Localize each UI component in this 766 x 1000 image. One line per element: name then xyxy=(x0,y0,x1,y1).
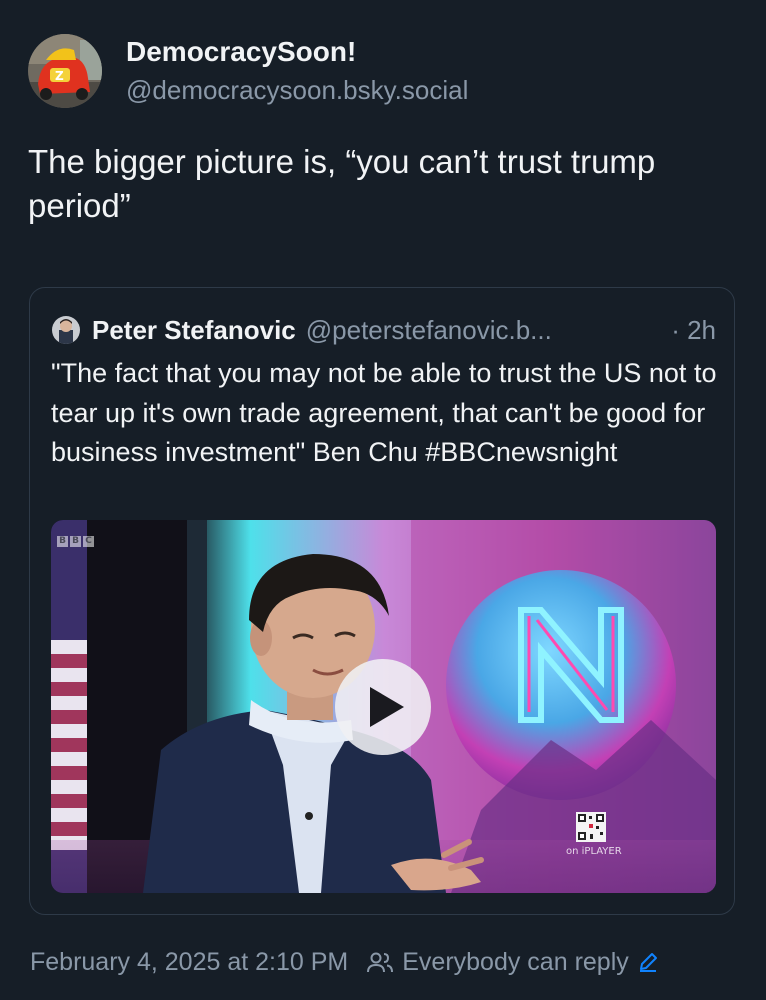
play-icon xyxy=(370,687,404,727)
quoted-post-time: · 2h xyxy=(671,314,716,345)
post-header: Z DemocracySoon! @democracysoon.bsky.soc… xyxy=(28,34,468,108)
quoted-author-name[interactable]: Peter Stefanovic xyxy=(92,315,296,346)
author-avatar[interactable]: Z xyxy=(28,34,102,108)
reply-setting-label: Everybody can reply xyxy=(402,947,629,976)
reply-setting-button[interactable]: Everybody can reply xyxy=(402,948,659,977)
qr-code-icon xyxy=(576,812,606,842)
post-footer: February 4, 2025 at 2:10 PM Everybody ca… xyxy=(30,944,659,980)
quoted-post-header: Peter Stefanovic @peterstefanovic.b... ·… xyxy=(52,314,716,346)
post-timestamp: February 4, 2025 at 2:10 PM xyxy=(30,947,349,976)
bbc-letter: C xyxy=(83,536,94,547)
video-player[interactable]: B B C on iPLAYER xyxy=(51,520,716,893)
bbc-letter: B xyxy=(57,536,68,547)
svg-text:Z: Z xyxy=(55,69,64,83)
bbc-letter: B xyxy=(70,536,81,547)
quoted-author-handle[interactable]: @peterstefanovic.b... xyxy=(306,315,552,346)
people-icon xyxy=(366,950,394,974)
bbc-logo: B B C xyxy=(57,536,94,547)
quoted-post-text: "The fact that you may not be able to tr… xyxy=(51,358,717,467)
post-text: The bigger picture is, “you can’t trust … xyxy=(28,143,656,224)
play-button[interactable] xyxy=(335,659,431,755)
author-handle[interactable]: @democracysoon.bsky.social xyxy=(126,72,468,108)
pencil-icon[interactable] xyxy=(637,951,659,973)
iplayer-label: on iPLAYER xyxy=(566,846,622,857)
quoted-post-card[interactable]: Peter Stefanovic @peterstefanovic.b... ·… xyxy=(29,287,735,915)
author-block: DemocracySoon! @democracysoon.bsky.socia… xyxy=(126,34,468,108)
author-display-name[interactable]: DemocracySoon! xyxy=(126,34,468,70)
quoted-author-avatar[interactable] xyxy=(52,316,80,344)
